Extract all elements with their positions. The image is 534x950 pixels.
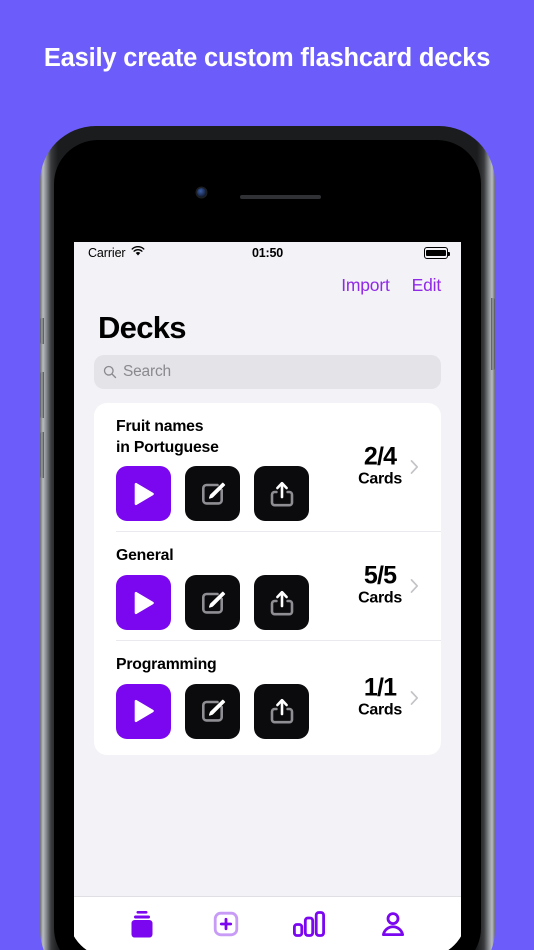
deck-count: 5/5 <box>363 561 397 590</box>
search-placeholder: Search <box>123 363 171 380</box>
deck-title: Fruit names in Portuguese <box>116 418 219 456</box>
tab-add[interactable] <box>184 909 268 939</box>
promo-headline: Easily create custom flashcard decks <box>43 44 491 72</box>
chevron-right-icon <box>410 460 419 475</box>
deck-row[interactable]: Fruit names in Portuguese 2/4 Cards <box>116 403 441 533</box>
volume-up-button[interactable] <box>40 372 44 418</box>
play-icon <box>134 482 154 505</box>
play-button[interactable] <box>116 683 171 739</box>
phone-frame: Carrier 01:50 Import Edit Decks Search F… <box>40 126 495 950</box>
status-bar: Carrier 01:50 <box>74 242 461 264</box>
deck-count-block: 2/4 Cards <box>358 442 402 491</box>
edit-button[interactable] <box>185 683 240 739</box>
search-input[interactable]: Search <box>94 355 441 389</box>
phone-bezel: Carrier 01:50 Import Edit Decks Search F… <box>54 140 481 950</box>
deck-cards-label: Cards <box>358 470 402 488</box>
promo-screenshot: Easily create custom flashcard decks Car… <box>0 0 534 950</box>
bar-chart-icon <box>293 910 326 937</box>
clock-label: 01:50 <box>252 246 283 260</box>
share-button[interactable] <box>254 575 309 631</box>
deck-title: General <box>116 547 174 565</box>
share-button[interactable] <box>254 683 309 739</box>
deck-list: Fruit names in Portuguese 2/4 Cards Gene… <box>94 403 441 755</box>
edit-button[interactable] <box>185 466 240 522</box>
deck-meta: 1/1 Cards <box>358 674 419 721</box>
chevron-right-icon <box>410 690 419 705</box>
deck-cards-label: Cards <box>358 701 402 719</box>
search-icon <box>103 365 117 379</box>
deck-row[interactable]: Programming 1/1 Cards <box>116 641 441 755</box>
power-button[interactable] <box>491 298 495 370</box>
card-stack-icon <box>131 910 153 937</box>
page-title: Decks <box>74 306 461 355</box>
deck-count: 2/4 <box>363 442 397 471</box>
tab-stats[interactable] <box>268 909 352 939</box>
edit-pencil-icon <box>201 591 225 614</box>
app-screen: Carrier 01:50 Import Edit Decks Search F… <box>74 242 461 950</box>
tab-bar <box>74 896 461 950</box>
add-square-plus-icon <box>213 911 238 936</box>
edit-pencil-icon <box>201 482 225 505</box>
share-upload-icon <box>270 481 293 507</box>
play-button[interactable] <box>116 575 171 631</box>
deck-count-block: 1/1 Cards <box>358 674 402 721</box>
edit-button[interactable] <box>185 575 240 631</box>
chevron-right-icon <box>410 579 419 594</box>
play-button[interactable] <box>116 466 171 522</box>
edit-pencil-icon <box>201 699 225 722</box>
phone-screen: Carrier 01:50 Import Edit Decks Search F… <box>68 154 467 950</box>
tab-decks[interactable] <box>100 908 184 940</box>
battery-full-icon <box>424 247 451 259</box>
share-upload-icon <box>270 590 293 616</box>
deck-row[interactable]: General 5/5 Cards <box>116 532 441 642</box>
play-icon <box>134 591 154 614</box>
import-button[interactable]: Import <box>341 275 390 296</box>
navigation-bar: Import Edit <box>74 264 461 306</box>
edit-button[interactable]: Edit <box>412 275 442 296</box>
mute-switch[interactable] <box>40 318 44 344</box>
share-button[interactable] <box>254 466 309 522</box>
play-icon <box>134 700 154 723</box>
deck-meta: 5/5 Cards <box>358 561 419 610</box>
deck-title: Programming <box>116 656 217 674</box>
deck-count: 1/1 <box>363 673 397 702</box>
deck-count-block: 5/5 Cards <box>358 561 402 610</box>
person-icon <box>382 911 405 936</box>
share-upload-icon <box>270 699 293 724</box>
status-bar-right <box>424 247 451 259</box>
deck-meta: 2/4 Cards <box>358 442 419 491</box>
volume-down-button[interactable] <box>40 432 44 478</box>
search-container: Search <box>74 355 461 403</box>
tab-profile[interactable] <box>351 909 435 939</box>
deck-cards-label: Cards <box>358 589 402 607</box>
